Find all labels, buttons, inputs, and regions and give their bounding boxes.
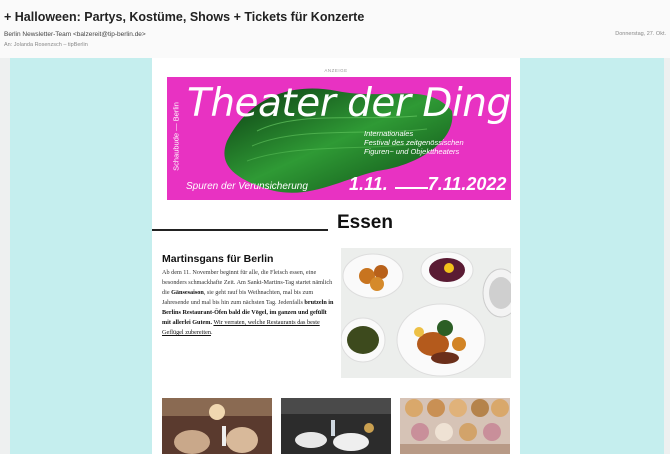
food-photo[interactable] <box>341 248 511 378</box>
banner-subtitle: Internationales Festival des zeitgenössi… <box>364 129 511 156</box>
thumbnail-pastries[interactable] <box>400 398 510 454</box>
email-body-edge-right <box>664 58 670 454</box>
email-date: Donnerstag, 27. Okt. <box>615 31 666 37</box>
banner-date-end: 7.11.2022 <box>427 174 507 194</box>
ad-label: ANZEIGE <box>324 68 348 73</box>
email-recipient: An: Jolanda Rosenzsch – tipBerlin <box>4 42 88 48</box>
email-body-edge-left <box>0 58 10 454</box>
banner-dates: 1.11. 7.11.2022 <box>349 174 506 195</box>
section-heading: Essen <box>337 212 393 233</box>
article-title[interactable]: Martinsgans für Berlin <box>162 253 273 265</box>
thumbnail-restaurant[interactable] <box>162 398 272 454</box>
article-text-bold1: Gänsesaison <box>171 289 204 296</box>
banner-subtitle-line3: Figuren~ und Objekttheaters <box>364 147 460 156</box>
banner-subtitle-line2: Festival des zeitgenössischen <box>364 138 464 147</box>
banner-date-start: 1.11. <box>349 174 388 194</box>
email-header: + Halloween: Partys, Kostüme, Shows + Ti… <box>0 0 670 59</box>
article-text: Ab dem 11. November beginnt für alle, di… <box>162 268 334 338</box>
banner-subtitle-line1: Internationales <box>364 129 414 138</box>
article-text-end: . <box>210 329 213 336</box>
newsletter-content: ANZEIGE Schaubude — Berlin Theater der D… <box>152 58 520 454</box>
section-divider <box>152 229 328 231</box>
email-sender[interactable]: Berlin Newsletter-Team <balzereit@tip-be… <box>4 31 146 38</box>
ad-banner-theater-der-dinge[interactable]: Schaubude — Berlin Theater der Dinge Int… <box>167 77 511 200</box>
banner-tagline: Spuren der Verunsicherung <box>186 181 308 192</box>
banner-date-dash <box>395 187 428 189</box>
thumbnail-dinner-table[interactable] <box>281 398 391 454</box>
banner-title: Theater der Dinge <box>187 81 511 126</box>
banner-side-text: Schaubude — Berlin <box>171 102 181 171</box>
email-subject: + Halloween: Partys, Kostüme, Shows + Ti… <box>4 10 365 24</box>
